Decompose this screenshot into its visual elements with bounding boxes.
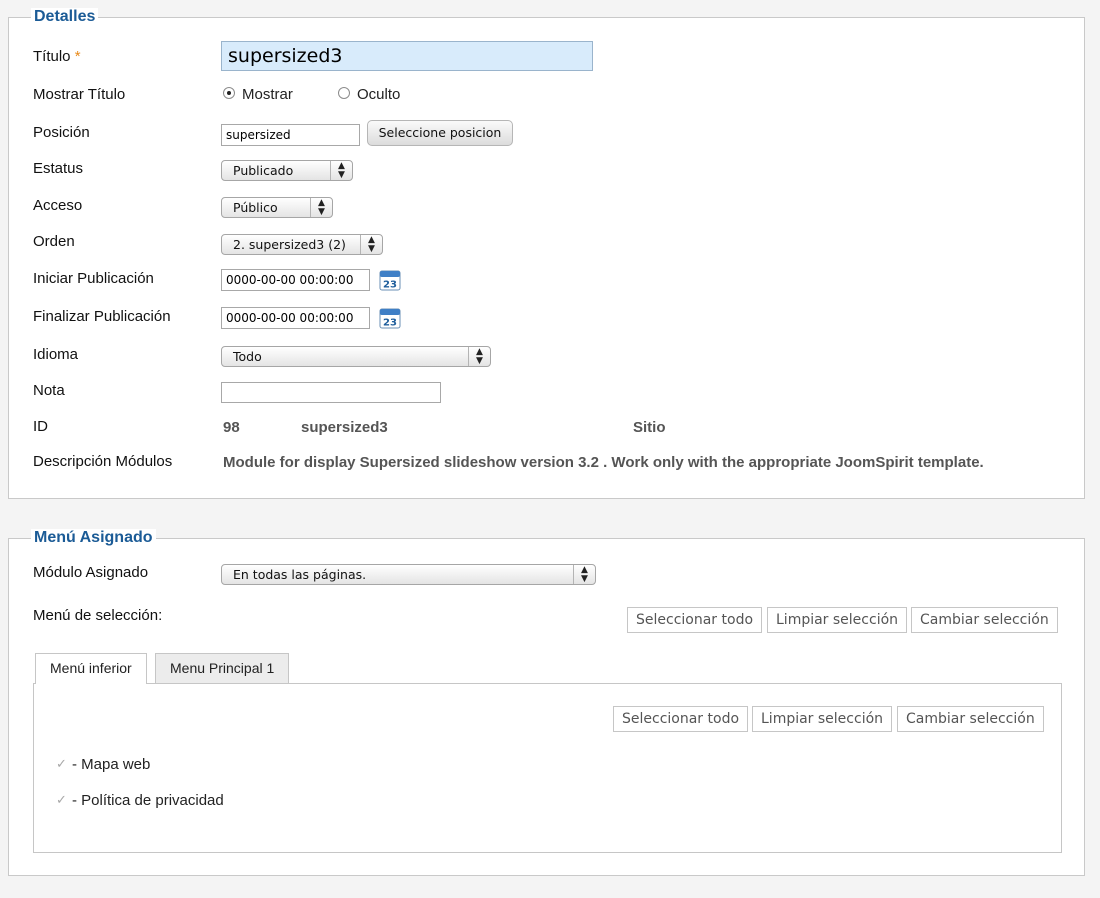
select-all-button[interactable]: Seleccionar todo [627,607,763,633]
status-select[interactable]: Publicado ▲ ▼ [221,160,353,181]
id-module-name: supersized3 [301,419,388,436]
title-input[interactable]: supersized3 [221,41,593,71]
tab-panel: Seleccionar todo Limpiar selección Cambi… [33,683,1062,853]
menu-item-checkbox[interactable]: ✓ [56,757,68,770]
language-select[interactable]: Todo ▲ ▼ [221,346,491,367]
tab-menu-inferior[interactable]: Menú inferior [35,653,147,684]
access-select-value: Público [233,200,278,215]
panel-toggle-selection-button[interactable]: Cambiar selección [897,706,1044,732]
note-input[interactable] [221,382,441,403]
show-title-radio-show[interactable] [223,87,235,99]
publish-up-label: Iniciar Publicación [33,270,154,287]
publish-up-input[interactable]: 0000-00-00 00:00:00 [221,269,370,291]
show-title-radio-hide[interactable] [338,87,350,99]
title-label-text: Título [33,48,71,65]
details-legend: Detalles [31,8,99,26]
id-client: Sitio [633,419,666,436]
calendar-icon[interactable]: 23 [379,269,401,291]
menu-item-checkbox[interactable]: ✓ [56,793,68,806]
order-label: Orden [33,233,75,250]
select-arrows-icon: ▲ ▼ [360,235,382,254]
position-label: Posición [33,124,90,141]
select-position-button[interactable]: Seleccione posicion [367,120,513,146]
status-select-value: Publicado [233,163,294,178]
position-input[interactable]: supersized [221,124,360,146]
publish-down-label: Finalizar Publicación [33,308,171,325]
required-star: * [74,48,81,65]
show-title-hide-label[interactable]: Oculto [357,86,400,104]
selection-label: Menú de selección: [33,607,163,624]
select-arrows-icon: ▲ ▼ [310,198,332,217]
svg-text:23: 23 [383,280,397,291]
calendar-icon[interactable]: 23 [379,307,401,329]
menu-legend: Menú Asignado [31,529,156,547]
assigned-select[interactable]: En todas las páginas. ▲ ▼ [221,564,596,585]
select-arrows-icon: ▲ ▼ [573,565,595,584]
language-label: Idioma [33,346,79,363]
access-select[interactable]: Público ▲ ▼ [221,197,333,218]
select-arrows-icon: ▲ ▼ [468,347,490,366]
svg-text:23: 23 [383,318,397,329]
clear-selection-button[interactable]: Limpiar selección [767,607,908,633]
panel-clear-selection-button[interactable]: Limpiar selección [752,706,893,732]
title-label: Título * [33,48,81,66]
id-value: 98 [223,419,240,436]
description-label: Descripción Módulos [33,453,173,470]
publish-down-input[interactable]: 0000-00-00 00:00:00 [221,307,370,329]
assigned-select-value: En todas las páginas. [233,567,367,582]
menu-item-label: - Mapa web [72,756,151,773]
access-label: Acceso [33,197,83,214]
show-title-label: Mostrar Título [33,86,126,103]
tab-menu-principal-1[interactable]: Menu Principal 1 [155,653,290,683]
order-select-value: 2. supersized3 (2) [233,237,346,252]
order-select[interactable]: 2. supersized3 (2) ▲ ▼ [221,234,383,255]
assigned-label: Módulo Asignado [33,564,149,581]
select-arrows-icon: ▲ ▼ [330,161,352,180]
panel-select-all-button[interactable]: Seleccionar todo [613,706,749,732]
details-fieldset: Detalles Título * supersized3 Mostrar Tí… [8,8,1085,499]
toggle-selection-button[interactable]: Cambiar selección [911,607,1058,633]
show-title-show-label[interactable]: Mostrar [242,86,293,104]
description-value: Module for display Supersized slideshow … [223,454,984,471]
note-label: Nota [33,382,65,399]
status-label: Estatus [33,160,84,177]
language-select-value: Todo [233,349,262,364]
menu-fieldset: Menú Asignado Módulo Asignado En todas l… [8,529,1085,876]
menu-item-label: - Política de privacidad [72,792,224,809]
id-label: ID [33,418,48,435]
